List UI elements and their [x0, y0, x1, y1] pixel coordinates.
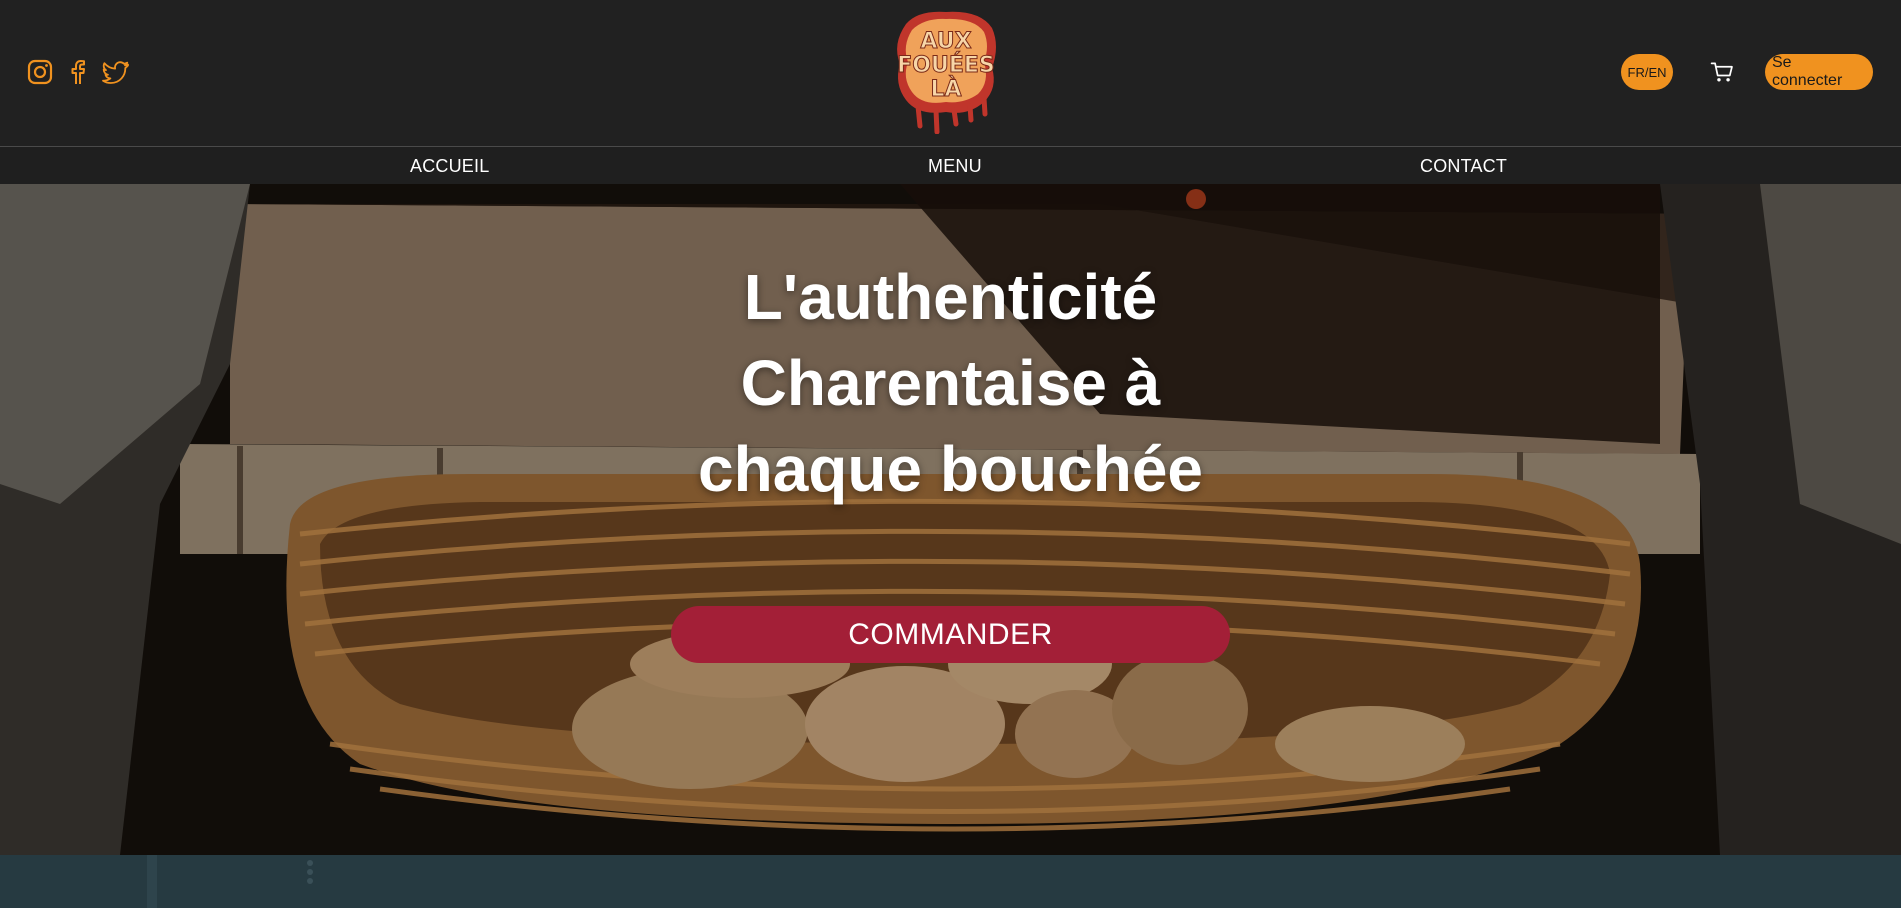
svg-text:AUX: AUX [920, 29, 971, 54]
facebook-icon[interactable] [64, 58, 92, 86]
cart-icon[interactable] [1707, 57, 1737, 87]
hero-line-1: L'authenticité [743, 261, 1158, 333]
next-section-strip [0, 855, 1901, 908]
header-actions: FR/EN Se connecter [1621, 54, 1873, 90]
hero-line-2-bold: Charentaise [740, 347, 1107, 419]
site-logo[interactable]: AUX FOUÉES LÀ [888, 6, 1004, 135]
social-links [26, 58, 130, 86]
svg-text:LÀ: LÀ [930, 76, 961, 102]
nav-item-accueil[interactable]: ACCUEIL [410, 156, 489, 177]
twitter-icon[interactable] [102, 58, 130, 86]
language-toggle-button[interactable]: FR/EN [1621, 54, 1673, 90]
login-button[interactable]: Se connecter [1765, 54, 1873, 90]
site-header: AUX FOUÉES LÀ FR/EN Se connecter [0, 0, 1901, 146]
decorative-bar [147, 855, 157, 908]
main-nav: ACCUEIL MENU CONTACT [0, 146, 1901, 184]
hero-line-3-bold: bouchée [939, 433, 1203, 505]
nav-item-menu[interactable]: MENU [928, 156, 982, 177]
hero-heading: L'authenticité Charentaise à chaque bouc… [0, 254, 1901, 512]
hero-line-3-plain: chaque [698, 433, 940, 505]
hero-banner: L'authenticité Charentaise à chaque bouc… [0, 184, 1901, 855]
nav-item-contact[interactable]: CONTACT [1420, 156, 1507, 177]
hero-line-2-rest: à [1107, 347, 1161, 419]
instagram-icon[interactable] [26, 58, 54, 86]
order-button[interactable]: COMMANDER [671, 606, 1230, 663]
decorative-dots [307, 860, 313, 884]
svg-text:FOUÉES: FOUÉES [897, 52, 995, 78]
